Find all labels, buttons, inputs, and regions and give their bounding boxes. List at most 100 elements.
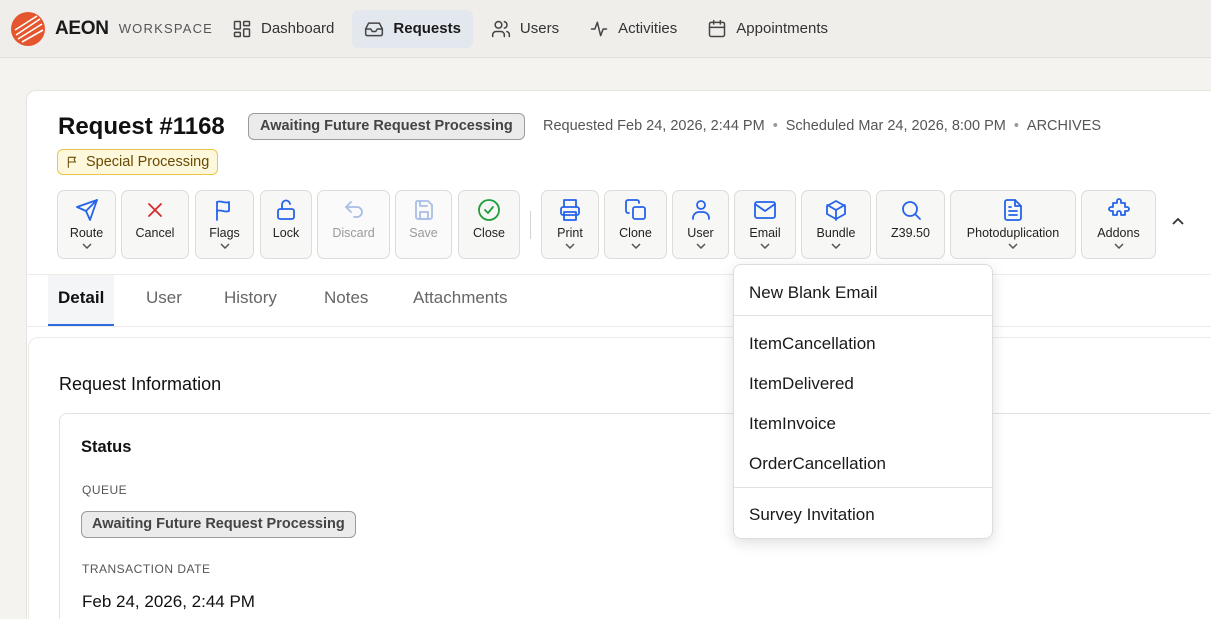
- status-badge: Awaiting Future Request Processing: [248, 113, 525, 140]
- transaction-date-value: Feb 24, 2026, 2:44 PM: [82, 592, 255, 611]
- printer-icon: [560, 199, 580, 221]
- user-icon: [691, 200, 710, 220]
- chevron-down-icon: [831, 243, 841, 249]
- queue-label: QUEUE: [82, 483, 128, 497]
- grid-icon: [233, 20, 251, 37]
- route-button[interactable]: Route: [57, 190, 116, 259]
- close-button[interactable]: Close: [458, 190, 520, 259]
- chevron-down-icon: [695, 243, 706, 249]
- menu-item-order-cancellation[interactable]: OrderCancellation: [749, 454, 886, 474]
- nav-requests[interactable]: Requests: [352, 9, 473, 48]
- nav-label: Dashboard: [261, 20, 335, 37]
- nav-label: Appointments: [736, 20, 829, 37]
- tab-detail[interactable]: Detail: [48, 275, 115, 326]
- tab-notes[interactable]: Notes: [314, 275, 378, 326]
- request-card: Request #1168 Awaiting Future Request Pr…: [26, 90, 1211, 619]
- chevron-down-icon: [219, 243, 230, 249]
- status-card: Status QUEUE Awaiting Future Request Pro…: [59, 413, 1211, 619]
- detail-panel: Request Information Status QUEUE Awaitin…: [28, 337, 1211, 619]
- puzzle-icon: [1107, 198, 1130, 216]
- nav-label: Requests: [393, 20, 461, 37]
- tab-history[interactable]: History: [214, 275, 287, 326]
- chevron-down-icon: [760, 243, 770, 249]
- queue-badge: Awaiting Future Request Processing: [81, 511, 356, 538]
- nav-users[interactable]: Users: [479, 10, 571, 48]
- user-label: User: [687, 226, 714, 240]
- flags-label: Flags: [209, 226, 240, 240]
- request-meta: Requested Feb 24, 2026, 2:44 PM • Schedule…: [543, 118, 1102, 134]
- discard-button[interactable]: Discard: [317, 190, 390, 259]
- addons-label: Addons: [1097, 226, 1140, 240]
- logo[interactable]: AEON WORKSPACE: [10, 11, 220, 47]
- aeon-logo-icon: [11, 11, 45, 46]
- photoduplication-button[interactable]: Photoduplication: [950, 190, 1076, 259]
- photoduplication-label: Photoduplication: [966, 226, 1060, 240]
- activity-icon: [590, 21, 608, 36]
- cancel-button[interactable]: Cancel: [121, 190, 189, 259]
- flag-icon: [67, 156, 77, 168]
- discard-label: Discard: [332, 226, 375, 240]
- chevron-down-icon: [565, 243, 575, 249]
- unlock-icon: [277, 199, 295, 220]
- brand-sub: WORKSPACE: [118, 21, 214, 36]
- z3950-button[interactable]: Z39.50: [876, 190, 945, 259]
- z3950-label: Z39.50: [891, 226, 930, 240]
- clone-label: Clone: [619, 226, 652, 240]
- transaction-date-label: TRANSACTION DATE: [82, 562, 211, 576]
- clone-button[interactable]: Clone: [604, 190, 667, 259]
- users-icon: [491, 20, 511, 37]
- bundle-button[interactable]: Bundle: [801, 190, 871, 259]
- special-label: Special Processing: [86, 154, 210, 170]
- tab-bar: Detail User History Notes Attachments: [27, 274, 1211, 327]
- nav-appointments[interactable]: Appointments: [695, 10, 840, 48]
- print-button[interactable]: Print: [541, 190, 599, 259]
- nav-activities[interactable]: Activities: [577, 10, 689, 48]
- check-circle-icon: [478, 199, 500, 221]
- nav-dashboard[interactable]: Dashboard: [220, 10, 346, 48]
- email-button[interactable]: Email: [734, 190, 796, 259]
- menu-item-item-delivered[interactable]: ItemDelivered: [749, 374, 854, 394]
- requested-date: Requested Feb 24, 2026, 2:44 PM: [543, 118, 765, 134]
- tab-user[interactable]: User: [136, 275, 192, 326]
- menu-item-item-invoice[interactable]: ItemInvoice: [749, 414, 836, 434]
- lock-label: Lock: [272, 226, 300, 240]
- chevron-down-icon: [81, 243, 92, 249]
- send-icon: [75, 199, 98, 221]
- mail-icon: [754, 201, 776, 219]
- chevron-down-icon: [1008, 243, 1018, 249]
- flags-button[interactable]: Flags: [195, 190, 254, 259]
- cancel-label: Cancel: [135, 226, 175, 240]
- close-label: Close: [473, 226, 505, 240]
- addons-button[interactable]: Addons: [1081, 190, 1156, 259]
- x-icon: [148, 203, 162, 217]
- search-icon: [901, 201, 921, 220]
- package-icon: [826, 200, 846, 221]
- menu-item-item-cancellation[interactable]: ItemCancellation: [749, 334, 876, 354]
- save-button[interactable]: Save: [395, 190, 452, 259]
- route-label: Route: [69, 226, 104, 240]
- chevron-up-icon[interactable]: [1171, 217, 1185, 227]
- section-title: Request Information: [59, 374, 222, 394]
- lock-button[interactable]: Lock: [260, 190, 312, 259]
- chevron-down-icon: [1113, 243, 1124, 249]
- nav-label: Activities: [618, 20, 678, 37]
- menu-item-new-blank-email[interactable]: New Blank Email: [749, 283, 878, 303]
- undo-icon: [344, 201, 363, 218]
- tab-attachments[interactable]: Attachments: [403, 275, 518, 326]
- print-label: Print: [557, 226, 583, 240]
- scheduled-date: Scheduled Mar 24, 2026, 8:00 PM: [785, 118, 1006, 134]
- menu-divider: [734, 315, 992, 316]
- file-text-icon: [1004, 199, 1022, 221]
- user-button[interactable]: User: [672, 190, 729, 259]
- toolbar-divider: [530, 211, 531, 239]
- menu-item-survey-invitation[interactable]: Survey Invitation: [749, 505, 875, 525]
- calendar-icon: [709, 19, 726, 37]
- brand-name: AEON: [55, 17, 109, 39]
- inbox-icon: [365, 21, 384, 36]
- flag-icon: [215, 200, 230, 221]
- page-title: Request #1168: [58, 113, 225, 140]
- save-icon: [414, 200, 433, 220]
- nav-label: Users: [519, 20, 560, 37]
- save-label: Save: [409, 226, 438, 240]
- special-processing-badge: Special Processing: [57, 149, 219, 175]
